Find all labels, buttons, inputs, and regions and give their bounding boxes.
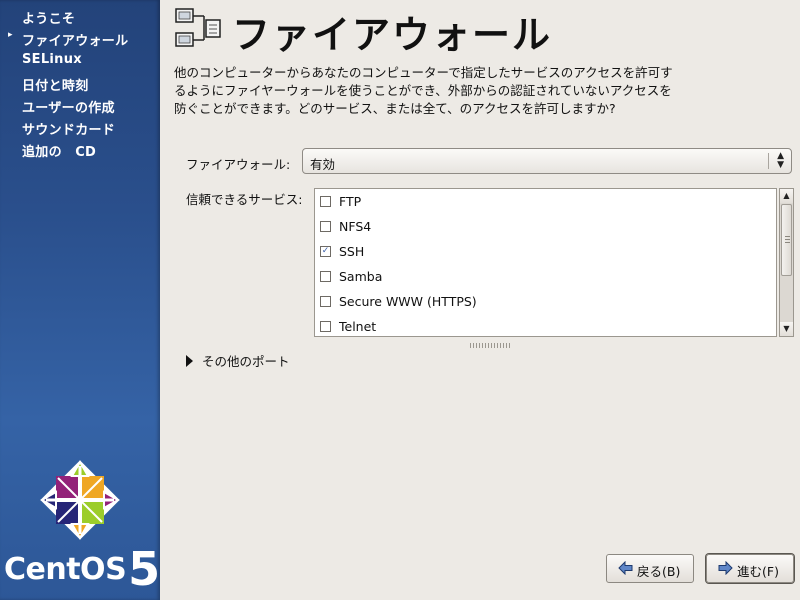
- service-name: NFS4: [339, 219, 372, 234]
- brand-word: CentOS: [4, 552, 127, 587]
- other-ports-label: その他のポート: [202, 354, 290, 369]
- service-row-nfs4[interactable]: NFS4: [315, 214, 776, 239]
- service-checkbox-samba[interactable]: [320, 271, 331, 282]
- firewall-label: ファイアウォール:: [186, 157, 291, 172]
- service-name: SSH: [339, 244, 365, 259]
- back-arrow-icon: [618, 561, 633, 575]
- scroll-up-arrow-icon[interactable]: ▲: [780, 189, 793, 203]
- next-button-label: 進む(F): [737, 564, 779, 579]
- service-checkbox-telnet[interactable]: [320, 321, 331, 332]
- service-name: Secure WWW (HTTPS): [339, 294, 477, 309]
- sidebar-item-selinux[interactable]: SELinux: [22, 52, 82, 67]
- updown-arrows-icon: ▲ ▼: [777, 151, 784, 170]
- thumb-grip: [785, 236, 790, 237]
- firewall-select-value: 有効: [310, 157, 336, 172]
- centos-brand: CentOS5: [4, 536, 160, 596]
- sidebar-item-date-time[interactable]: 日付と時刻: [22, 75, 89, 94]
- scrollbar-thumb[interactable]: [781, 204, 792, 276]
- intro-text: 他のコンピューターからあなたのコンピューターで指定したサービスのアクセスを許可す…: [174, 65, 673, 116]
- service-checkbox-nfs4[interactable]: [320, 221, 331, 232]
- service-name: Telnet: [339, 319, 377, 334]
- brand-number: 5: [128, 542, 161, 596]
- expander-triangle-icon: [186, 355, 193, 367]
- service-row-ssh[interactable]: ✓ SSH: [315, 239, 776, 264]
- service-row-ftp[interactable]: FTP: [315, 189, 776, 214]
- service-name: FTP: [339, 194, 362, 209]
- sidebar-item-additional-cd[interactable]: 追加の CD: [22, 141, 96, 160]
- network-firewall-icon: [175, 8, 221, 47]
- service-checkbox-ssh[interactable]: ✓: [320, 246, 331, 257]
- back-button-label: 戻る(B): [637, 564, 681, 579]
- select-separator: [768, 153, 769, 169]
- service-row-https[interactable]: Secure WWW (HTTPS): [315, 289, 776, 314]
- next-button[interactable]: 進む(F): [706, 554, 794, 583]
- trusted-services-label: 信頼できるサービス:: [186, 192, 303, 207]
- service-checkbox-ftp[interactable]: [320, 196, 331, 207]
- current-step-arrow-icon: ▸: [8, 30, 13, 40]
- pane-resize-handle[interactable]: [470, 343, 510, 348]
- scroll-down-arrow-icon[interactable]: ▼: [780, 322, 793, 336]
- firewall-select[interactable]: 有効 ▲ ▼: [302, 148, 792, 174]
- thumb-grip: [785, 239, 790, 240]
- sidebar-item-sound-card[interactable]: サウンドカード: [22, 119, 115, 138]
- page-title: ファイアウォール: [232, 13, 553, 57]
- thumb-grip: [785, 242, 790, 243]
- sidebar-item-welcome[interactable]: ようこそ: [22, 8, 75, 27]
- services-scrollbar[interactable]: ▲ ▼: [779, 188, 794, 337]
- trusted-services-list[interactable]: FTP NFS4 ✓ SSH Samba Secure WWW (HTTPS) …: [314, 188, 777, 337]
- service-row-telnet[interactable]: Telnet: [315, 314, 776, 336]
- service-checkbox-https[interactable]: [320, 296, 331, 307]
- forward-arrow-icon: [718, 561, 733, 575]
- sidebar-item-firewall[interactable]: ファイアウォール: [22, 30, 128, 49]
- other-ports-expander[interactable]: その他のポート: [186, 351, 290, 370]
- sidebar: ▸ ようこそ ファイアウォール SELinux 日付と時刻 ユーザーの作成 サウ…: [0, 0, 160, 600]
- service-row-samba[interactable]: Samba: [315, 264, 776, 289]
- sidebar-item-create-user[interactable]: ユーザーの作成: [22, 97, 115, 116]
- service-name: Samba: [339, 269, 383, 284]
- centos-logo-icon: [39, 459, 121, 541]
- back-button[interactable]: 戻る(B): [606, 554, 694, 583]
